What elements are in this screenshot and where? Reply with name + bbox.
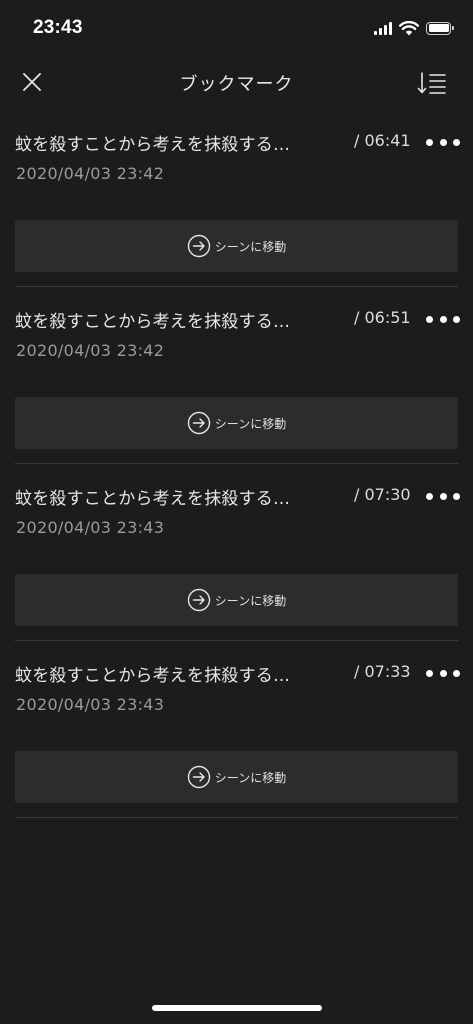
- bookmark-date: 2020/04/03 23:42: [16, 341, 165, 360]
- more-options-icon[interactable]: [426, 666, 460, 680]
- bookmark-item: 蚊を殺すことから考えを抹殺する… / 07:30 2020/04/03 23:4…: [0, 464, 473, 641]
- status-icons: [374, 20, 454, 36]
- bookmark-item: 蚊を殺すことから考えを抹殺する… / 06:41 2020/04/03 23:4…: [0, 110, 473, 287]
- page-title: ブックマーク: [179, 74, 294, 95]
- bookmark-item: 蚊を殺すことから考えを抹殺する… / 06:51 2020/04/03 23:4…: [0, 287, 473, 464]
- bookmark-title[interactable]: 蚊を殺すことから考えを抹殺する…: [15, 661, 345, 686]
- wifi-icon: [399, 20, 419, 36]
- bookmark-date: 2020/04/03 23:42: [16, 164, 165, 183]
- bookmark-date: 2020/04/03 23:43: [16, 518, 165, 537]
- nav-bar: ブックマーク: [0, 58, 473, 110]
- go-to-scene-label: シーンに移動: [214, 239, 287, 254]
- divider: [15, 817, 458, 818]
- go-to-scene-button[interactable]: シーンに移動: [15, 751, 458, 803]
- bookmark-list: 蚊を殺すことから考えを抹殺する… / 06:41 2020/04/03 23:4…: [0, 110, 473, 818]
- bookmark-timestamp: / 06:51: [354, 308, 411, 327]
- bookmark-title[interactable]: 蚊を殺すことから考えを抹殺する…: [15, 130, 345, 155]
- bookmark-title[interactable]: 蚊を殺すことから考えを抹殺する…: [15, 484, 345, 509]
- go-to-scene-button[interactable]: シーンに移動: [15, 574, 458, 626]
- go-to-scene-label: シーンに移動: [214, 593, 287, 608]
- bookmarks-screen: 23:43 ブックマーク 蚊を殺すことから考えを抹殺する… / 06:41 20…: [0, 0, 473, 1024]
- sort-icon[interactable]: [417, 70, 447, 96]
- status-time: 23:43: [33, 17, 83, 38]
- cellular-signal-icon: [374, 21, 392, 35]
- more-options-icon[interactable]: [426, 489, 460, 503]
- bookmark-timestamp: / 07:33: [354, 662, 411, 681]
- battery-icon: [426, 21, 454, 35]
- status-bar: 23:43: [0, 0, 473, 58]
- bookmark-date: 2020/04/03 23:43: [16, 695, 165, 714]
- more-options-icon[interactable]: [426, 312, 460, 326]
- arrow-circle-right-icon: [187, 234, 210, 258]
- go-to-scene-label: シーンに移動: [214, 770, 287, 785]
- bookmark-timestamp: / 07:30: [354, 485, 411, 504]
- go-to-scene-button[interactable]: シーンに移動: [15, 220, 458, 272]
- bookmark-title[interactable]: 蚊を殺すことから考えを抹殺する…: [15, 307, 345, 332]
- go-to-scene-label: シーンに移動: [214, 416, 287, 431]
- more-options-icon[interactable]: [426, 135, 460, 149]
- bookmark-timestamp: / 06:41: [354, 131, 411, 150]
- arrow-circle-right-icon: [187, 411, 210, 435]
- arrow-circle-right-icon: [187, 588, 210, 612]
- bookmark-item: 蚊を殺すことから考えを抹殺する… / 07:33 2020/04/03 23:4…: [0, 641, 473, 818]
- arrow-circle-right-icon: [187, 765, 210, 789]
- home-indicator[interactable]: [152, 1005, 322, 1011]
- go-to-scene-button[interactable]: シーンに移動: [15, 397, 458, 449]
